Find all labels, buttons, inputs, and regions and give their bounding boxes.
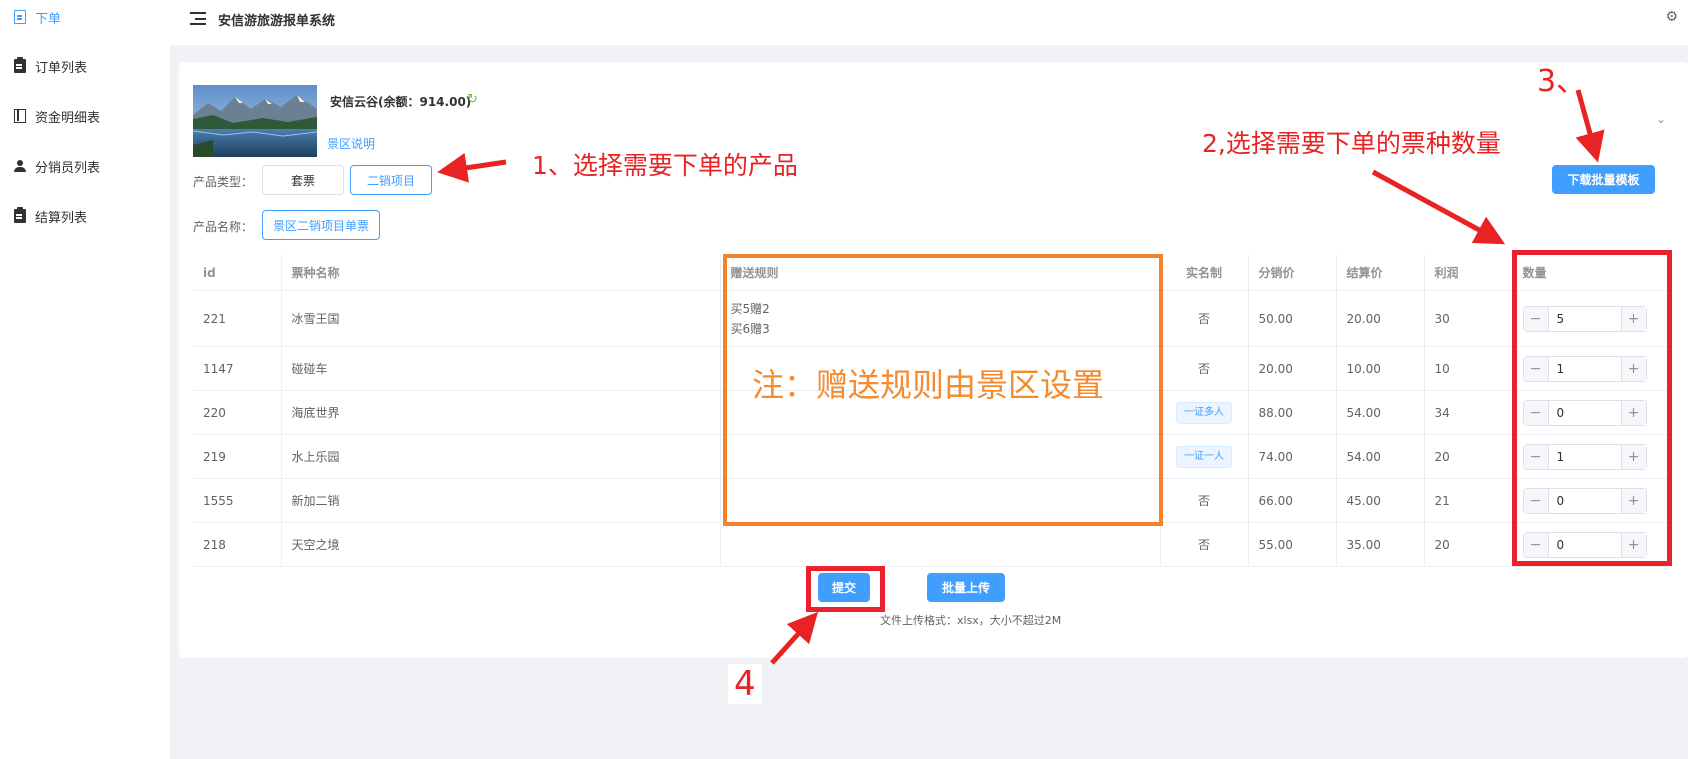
annotation-arrows (437, 89, 1605, 665)
step2-arrow (1371, 169, 1506, 245)
step1-arrow (437, 152, 507, 183)
step3-arrow (1575, 89, 1605, 163)
step4-arrow (770, 611, 819, 665)
